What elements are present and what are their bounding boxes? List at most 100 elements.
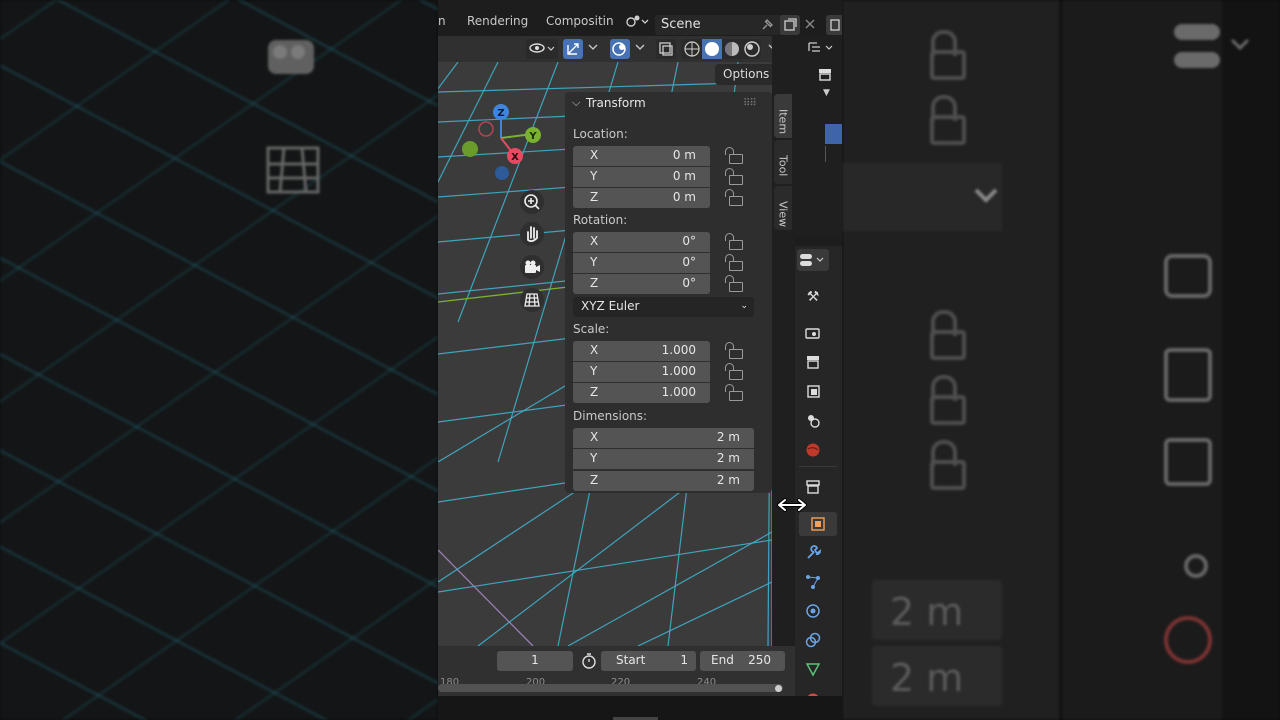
- lock-icon[interactable]: [725, 342, 743, 359]
- chevron-down-icon[interactable]: [588, 44, 598, 52]
- rotation-y-field[interactable]: Y 0°: [573, 253, 710, 273]
- gizmo-icon: [567, 43, 579, 55]
- dimensions-x-field[interactable]: X2 m: [573, 428, 754, 448]
- chevron-down-icon[interactable]: [635, 44, 645, 52]
- location-z-field[interactable]: Z0 m: [573, 188, 710, 208]
- lock-icon[interactable]: [725, 254, 743, 271]
- rotation-mode-select[interactable]: XYZ Euler ⌄: [573, 297, 754, 317]
- options-dropdown[interactable]: Options: [715, 64, 772, 85]
- scale-x-field[interactable]: X 1.000: [573, 341, 710, 361]
- start-frame-field[interactable]: Start 1: [601, 651, 696, 671]
- particles-icon[interactable]: [805, 574, 821, 590]
- physics-icon[interactable]: [805, 603, 821, 619]
- gizmo-toggle-button[interactable]: [563, 39, 583, 59]
- rotation-z-field[interactable]: Z 0°: [573, 274, 710, 294]
- modifier-wrench-icon[interactable]: [805, 545, 821, 561]
- end-frame-field[interactable]: End 250: [700, 651, 785, 671]
- tab-rendering[interactable]: Rendering: [467, 14, 528, 28]
- view-layer-icon[interactable]: [805, 383, 821, 399]
- tab-compositing[interactable]: Compositin: [546, 14, 614, 28]
- shading-mode-icons: [684, 39, 760, 59]
- background-dimension-text: 2 m: [890, 590, 964, 634]
- workspace-tabs-bar: n Rendering Compositin Scene: [438, 6, 842, 35]
- pin-icon[interactable]: [760, 18, 774, 32]
- xray-toggle-button[interactable]: [656, 39, 676, 59]
- drag-handle-icon[interactable]: ⠿⠿: [743, 98, 757, 109]
- editor-type-button[interactable]: [797, 249, 829, 271]
- world-icon[interactable]: [805, 442, 821, 458]
- scene-icon[interactable]: [805, 412, 821, 428]
- overlays-toggle-button[interactable]: [610, 39, 630, 59]
- scale-z-field[interactable]: Z 1.000: [573, 383, 710, 403]
- tool-icon[interactable]: ⚒: [805, 289, 821, 305]
- selected-outliner-row[interactable]: [825, 124, 842, 144]
- perspective-toggle-button[interactable]: [520, 288, 544, 312]
- tab-view[interactable]: View: [774, 186, 792, 230]
- expand-arrow-icon[interactable]: ▼: [823, 88, 830, 98]
- scene-name: Scene: [661, 17, 701, 32]
- options-label: Options: [723, 67, 770, 81]
- lock-icon[interactable]: [725, 363, 743, 380]
- rotation-x-field[interactable]: X 0°: [573, 232, 710, 252]
- new-scene-button[interactable]: [780, 15, 800, 35]
- tree-line: [825, 146, 826, 162]
- tab-item[interactable]: Item: [774, 94, 792, 138]
- grid-perspective-icon: [524, 293, 540, 307]
- transform-panel: ⌵ Transform ⠿⠿ Location: X0 m Y0 m Z0 m …: [565, 92, 772, 493]
- duplicate-icon: [784, 18, 797, 31]
- lock-icon[interactable]: [725, 168, 743, 185]
- data-mesh-icon[interactable]: [805, 661, 821, 677]
- dimensions-z-field[interactable]: Z2 m: [573, 471, 754, 491]
- current-frame-field[interactable]: 1: [497, 651, 573, 671]
- background-lock-icon: [930, 310, 966, 360]
- object-properties-tab[interactable]: [799, 512, 837, 536]
- dimensions-y-field[interactable]: Y2 m: [573, 449, 754, 469]
- output-icon[interactable]: [805, 354, 821, 370]
- divider: [799, 466, 837, 467]
- shading-mode-group: [681, 39, 761, 59]
- view-layer-button[interactable]: [826, 15, 842, 35]
- camera-view-button[interactable]: [520, 255, 544, 279]
- scrollbar-handle[interactable]: [775, 685, 782, 692]
- location-y-field[interactable]: Y0 m: [573, 167, 710, 187]
- rotation-mode-value: XYZ Euler: [581, 299, 640, 313]
- pan-button[interactable]: [520, 222, 544, 246]
- location-x-field[interactable]: X0 m: [573, 146, 710, 166]
- background-chevron-icon: [974, 188, 998, 203]
- background-lock-icon: [930, 95, 966, 145]
- visibility-dropdown[interactable]: [526, 39, 558, 59]
- constraints-icon[interactable]: [805, 632, 821, 648]
- stopwatch-icon[interactable]: [580, 652, 598, 670]
- background-lock-icon: [930, 375, 966, 425]
- eye-icon: [529, 43, 555, 53]
- lock-icon[interactable]: [725, 233, 743, 250]
- collapse-chevron-icon[interactable]: ⌵: [572, 96, 580, 110]
- overlays-icon: [612, 42, 626, 56]
- gizmo-z-label: Z: [497, 108, 504, 119]
- close-icon[interactable]: [804, 18, 816, 30]
- tab-workspace-partial[interactable]: n: [438, 14, 446, 28]
- collection-properties-icon[interactable]: [805, 479, 821, 495]
- scene-selector-icon[interactable]: [624, 12, 652, 30]
- tab-tool[interactable]: Tool: [774, 140, 792, 184]
- background-icons-left: [266, 40, 320, 194]
- panel-title[interactable]: Transform: [586, 96, 646, 110]
- background-blur-left: [0, 0, 438, 720]
- timeline: 1 Start 1 End 250 180 200 220 240: [438, 646, 795, 696]
- zoom-button[interactable]: [520, 190, 544, 214]
- sidebar-tabs: Item Tool View: [772, 36, 794, 646]
- scale-y-field[interactable]: Y 1.000: [573, 362, 710, 382]
- scale-label: Scale:: [573, 322, 610, 336]
- viewport-header: [438, 36, 772, 62]
- timeline-scrollbar[interactable]: [438, 684, 783, 692]
- collection-icon[interactable]: [817, 66, 833, 82]
- lock-icon[interactable]: [725, 147, 743, 164]
- lock-icon[interactable]: [725, 384, 743, 401]
- lock-icon[interactable]: [725, 275, 743, 292]
- lock-icon[interactable]: [725, 189, 743, 206]
- background-lock-icon: [930, 440, 966, 490]
- view-layer-icon: [830, 19, 840, 31]
- render-icon[interactable]: [805, 325, 821, 341]
- navigation-gizmo[interactable]: Z Y X: [458, 100, 548, 190]
- outliner-display-mode-icon[interactable]: [807, 40, 835, 56]
